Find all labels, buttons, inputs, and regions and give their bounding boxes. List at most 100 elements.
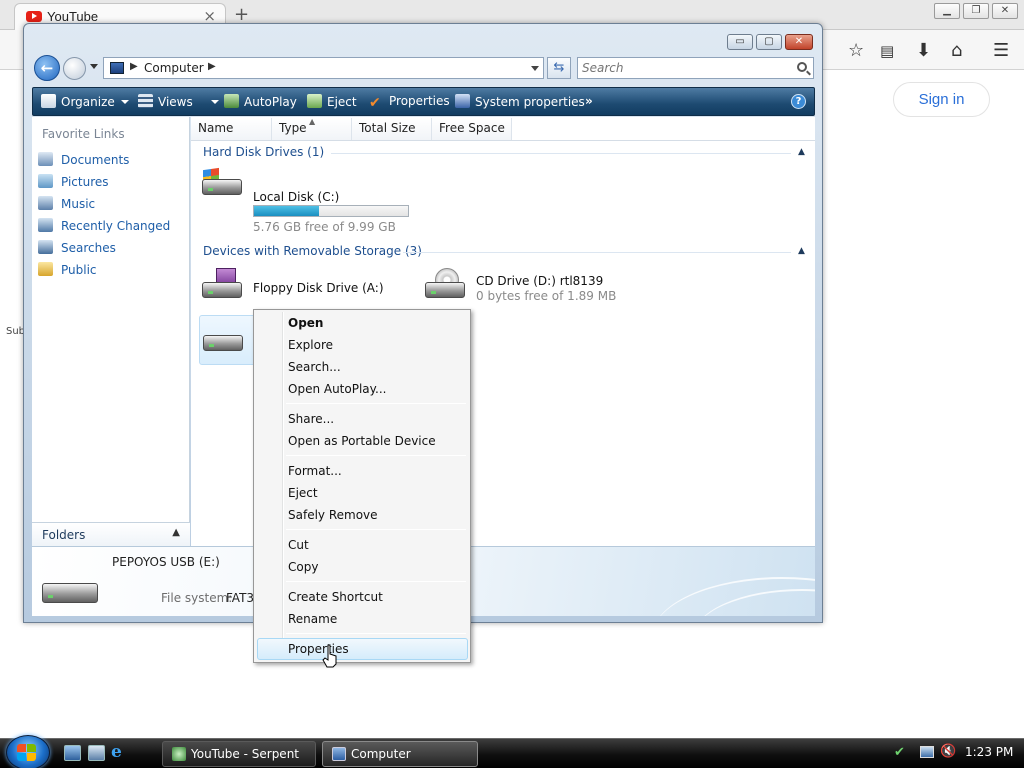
fav-link-documents[interactable]: Documents [38,152,129,172]
menu-item-properties[interactable]: Properties [288,642,349,656]
menu-icon[interactable]: ☰ [993,40,1009,61]
address-dropdown-icon[interactable] [531,66,539,71]
properties-button[interactable]: ✔ Properties [369,94,450,111]
fav-link-recently-changed[interactable]: Recently Changed [38,218,170,238]
recent-pages-dropdown[interactable] [90,64,98,69]
folders-toggle[interactable]: Folders ▲ [32,522,190,547]
menu-separator [286,403,466,404]
computer-icon [110,62,124,74]
more-commands-icon[interactable]: » [585,94,593,108]
menu-item-copy[interactable]: Copy [288,560,318,574]
column-header-free-space[interactable]: Free Space [432,118,512,140]
floppy-drive-icon [200,268,244,302]
menu-separator [286,529,466,530]
searches-icon [38,240,53,254]
menu-item-eject[interactable]: Eject [288,486,318,500]
search-box[interactable] [577,57,814,79]
new-tab-button[interactable]: + [234,4,249,25]
forward-button[interactable] [63,57,86,80]
autoplay-button[interactable]: AutoPlay [224,94,297,109]
browser-close-button[interactable]: ✕ [992,3,1018,19]
menu-item-open-autoplay[interactable]: Open AutoPlay... [288,382,386,396]
taskbar-button-youtube[interactable]: YouTube - Serpent [162,741,316,767]
menu-item-search[interactable]: Search... [288,360,341,374]
collapse-chevron-icon[interactable]: ▲ [798,246,805,256]
network-icon[interactable]: ✔ [894,745,905,760]
collapse-chevron-icon[interactable]: ▲ [798,147,805,157]
show-desktop-icon[interactable] [64,745,81,761]
column-header-name[interactable]: Name [191,118,272,140]
address-location[interactable]: Computer [144,61,204,75]
home-icon[interactable]: ⌂ [951,40,962,61]
taskbar-clock[interactable]: 1:23 PM [965,745,1013,759]
fav-link-pictures[interactable]: Pictures [38,174,109,194]
system-properties-label: System properties [475,95,585,109]
back-button[interactable]: ← [34,55,60,81]
address-bar[interactable]: ▶ Computer ▶ [103,57,544,79]
minimize-button[interactable]: ▭ [727,34,753,50]
help-icon[interactable]: ? [791,94,806,109]
group-divider [403,252,791,253]
command-bar: Organize Views AutoPlay Eject ✔ Propertie… [32,87,815,116]
volume-muted-icon[interactable]: 🔇 [940,744,956,759]
browser-restore-button[interactable]: ❐ [963,3,989,19]
public-folder-icon [38,262,53,276]
documents-icon [38,152,53,166]
views-button[interactable]: Views [138,94,219,109]
refresh-button[interactable]: ⇆ [547,57,571,79]
views-label: Views [158,95,193,109]
menu-item-open[interactable]: Open [288,316,323,330]
column-header-total-size[interactable]: Total Size [352,118,432,140]
menu-separator [286,455,466,456]
taskbar-button-label: YouTube - Serpent [191,747,299,761]
fav-link-label: Music [61,197,96,211]
drive-name: CD Drive (D:) rtl8139 [476,274,604,288]
fav-link-music[interactable]: Music [38,196,95,216]
eject-button[interactable]: Eject [307,94,357,109]
menu-item-cut[interactable]: Cut [288,538,309,552]
menu-item-open-as-portable-device[interactable]: Open as Portable Device [288,434,436,448]
group-header-removable[interactable]: Devices with Removable Storage (3) [203,244,422,258]
organize-label: Organize [61,95,115,109]
menu-item-explore[interactable]: Explore [288,338,333,352]
properties-check-icon: ✔ [369,95,381,111]
menu-item-create-shortcut[interactable]: Create Shortcut [288,590,383,604]
menu-item-rename[interactable]: Rename [288,612,337,626]
menu-item-safely-remove[interactable]: Safely Remove [288,508,378,522]
browser-minimize-button[interactable]: ▁ [934,3,960,19]
sign-in-button[interactable]: Sign in [893,82,990,117]
usb-drive-icon [201,321,245,355]
group-header-hard-disks[interactable]: Hard Disk Drives (1) [203,145,324,159]
hard-drive-icon [200,165,244,199]
maximize-button[interactable]: ▢ [756,34,782,50]
fav-link-public[interactable]: Public [38,262,97,282]
download-icon[interactable]: ⬇ [916,40,931,61]
search-input[interactable] [582,60,782,76]
display-icon[interactable] [920,746,934,758]
fav-link-searches[interactable]: Searches [38,240,116,260]
fav-link-label: Pictures [61,175,109,189]
taskbar-button-computer[interactable]: Computer [322,741,478,767]
views-icon [138,94,153,108]
music-icon [38,196,53,210]
menu-item-share[interactable]: Share... [288,412,334,426]
menu-item-format[interactable]: Format... [288,464,342,478]
internet-explorer-icon[interactable]: e [111,744,128,761]
group-divider [331,153,791,154]
close-button[interactable]: ✕ [785,34,813,50]
header-divider [191,140,815,141]
system-properties-button[interactable]: System properties [455,94,585,109]
back-arrow-icon: ← [40,59,54,77]
sort-ascending-icon: ▲ [309,117,316,126]
organize-button[interactable]: Organize [41,94,129,109]
search-icon[interactable] [797,62,807,72]
star-icon[interactable]: ☆ [848,40,864,61]
breadcrumb-chevron-icon[interactable]: ▶ [208,61,216,72]
reading-list-icon[interactable]: ▤ [880,42,894,60]
tab-title: YouTube [47,9,99,24]
browser-icon [172,747,186,761]
windows-flag-icon [17,744,37,762]
breadcrumb-chevron-icon[interactable]: ▶ [130,61,138,72]
drive-free-space: 5.76 GB free of 9.99 GB [253,220,396,234]
switch-windows-icon[interactable] [88,745,105,761]
